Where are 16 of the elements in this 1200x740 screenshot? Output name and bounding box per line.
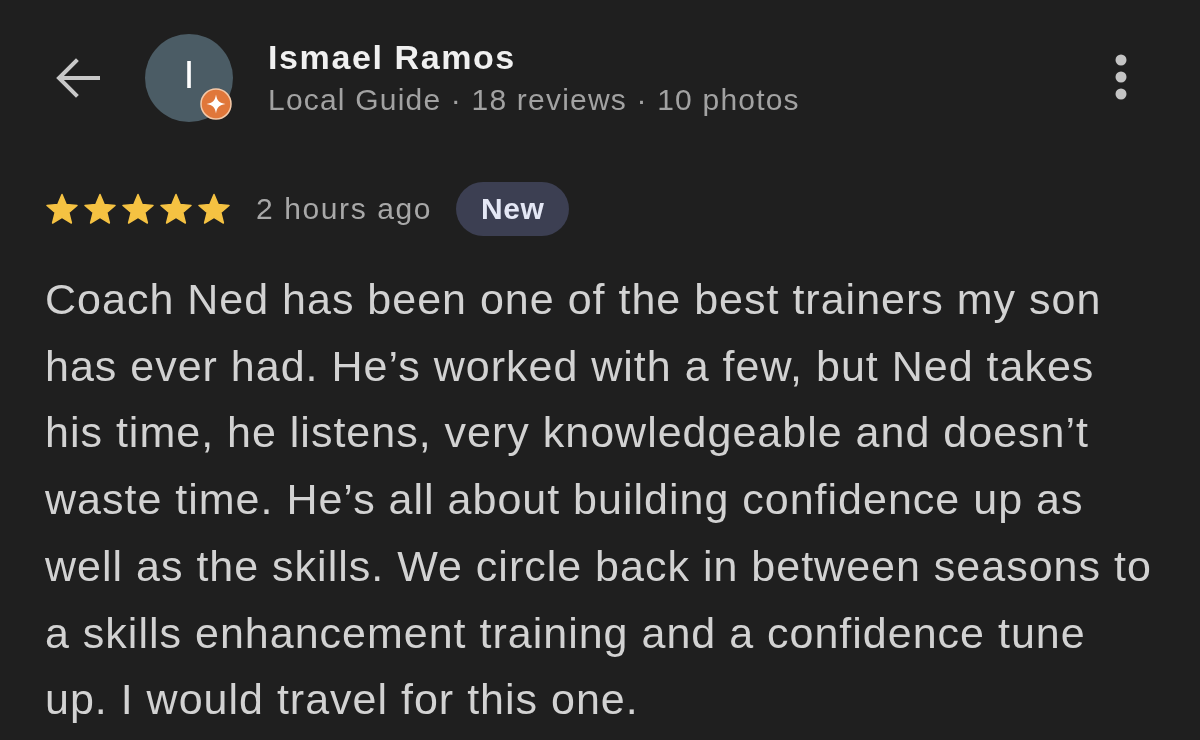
review-text: Coach Ned has been one of the best trainers my son has ever had. He’s worked with a few, but Ned takes his time, he listens, very knowledgeable and doesn’t waste time. He’s all about building confidence up as well as the skills. We circle back in between seasons to a skills enhancement training and a confidence tune up. I would travel for this one. — [45, 274, 1153, 726]
more-options-button[interactable] — [1115, 54, 1127, 100]
reviewer-name: Ismael Ramos — [268, 37, 517, 77]
reviewer-details: Local Guide · 18 reviews · 10 photos — [268, 82, 801, 118]
star-icon — [159, 193, 193, 225]
back-arrow-icon — [56, 58, 100, 98]
star-icon — [83, 193, 117, 225]
star-icon — [197, 193, 231, 225]
back-button[interactable] — [55, 57, 101, 99]
sparkle-badge-icon — [200, 88, 232, 120]
new-badge: New — [456, 182, 570, 236]
avatar-initial: I — [183, 56, 195, 94]
menu-icon — [1115, 54, 1127, 100]
star-icon — [45, 193, 79, 225]
review-time: 2 hours ago — [256, 192, 433, 226]
star-icon — [121, 193, 155, 225]
